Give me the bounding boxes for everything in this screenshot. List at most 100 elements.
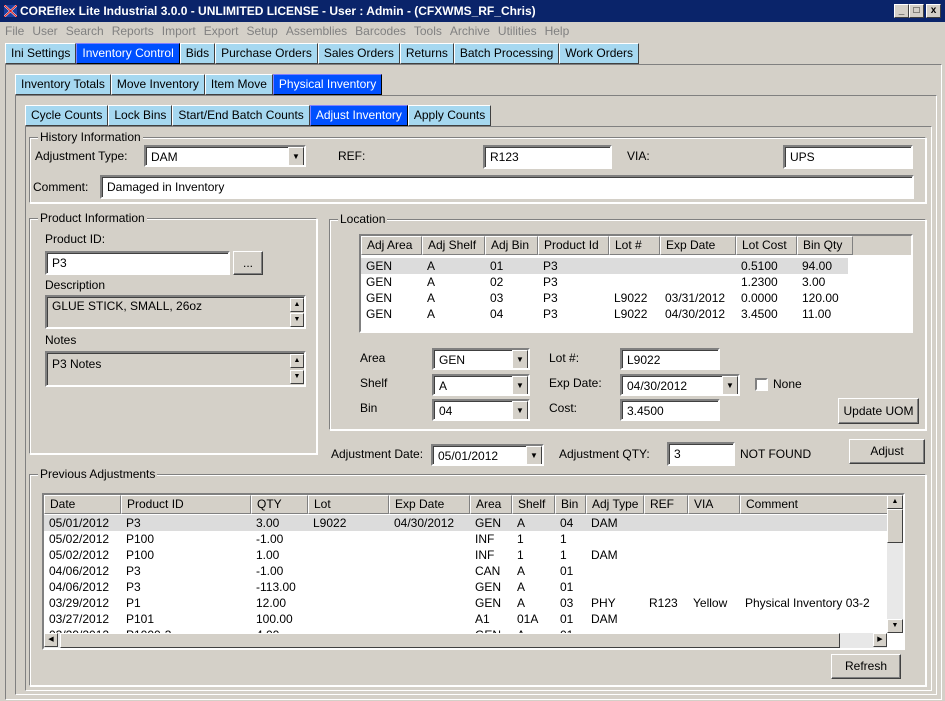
menu-file[interactable]: File <box>0 22 27 41</box>
scroll-down-icon[interactable]: ▼ <box>887 619 903 633</box>
table-row[interactable]: 05/02/2012 P100 1.00 INF 1 1 DAM <box>44 547 903 563</box>
column-header[interactable]: Area <box>470 495 512 514</box>
tab-returns[interactable]: Returns <box>399 43 454 64</box>
table-row[interactable]: 04/06/2012 P3 -113.00 GEN A 01 <box>44 579 903 595</box>
menu-barcodes[interactable]: Barcodes <box>350 22 409 41</box>
table-row[interactable]: 03/27/2012 P101 100.00 A1 01A 01 DAM <box>44 611 903 627</box>
scroll-thumb[interactable] <box>887 509 903 543</box>
location-grid[interactable]: Adj Area Adj Shelf Adj Bin Product Id Lo… <box>359 234 913 333</box>
tab-inventory-control[interactable]: Inventory Control <box>76 43 180 64</box>
column-header[interactable]: Adj Bin <box>485 236 538 255</box>
tab-purchase-orders[interactable]: Purchase Orders <box>215 43 318 64</box>
scroll-left-icon[interactable]: ◀ <box>44 633 58 647</box>
menu-reports[interactable]: Reports <box>107 22 157 41</box>
column-header[interactable]: Shelf <box>512 495 555 514</box>
menu-help[interactable]: Help <box>540 22 573 41</box>
bin-select[interactable]: 04 ▼ <box>432 399 530 421</box>
scroll-up-icon[interactable]: ▲ <box>290 298 304 312</box>
column-header[interactable]: Adj Type <box>586 495 644 514</box>
column-header[interactable]: QTY <box>251 495 308 514</box>
column-header[interactable]: Product ID <box>121 495 251 514</box>
previous-adjustments-grid[interactable]: Date Product ID QTY Lot Exp Date Area Sh… <box>42 493 905 650</box>
column-header[interactable]: VIA <box>688 495 740 514</box>
product-id-input[interactable]: P3 <box>45 251 230 275</box>
tab-apply-counts[interactable]: Apply Counts <box>407 105 492 126</box>
shelf-select[interactable]: A ▼ <box>432 374 530 396</box>
table-row[interactable]: 04/06/2012 P3 -1.00 CAN A 01 <box>44 563 903 579</box>
update-uom-button[interactable]: Update UOM <box>838 398 919 424</box>
horizontal-scrollbar[interactable]: ◀ ▶ <box>44 633 887 648</box>
column-header[interactable]: Exp Date <box>389 495 470 514</box>
column-header[interactable]: Date <box>44 495 121 514</box>
chevron-down-icon[interactable]: ▼ <box>288 147 304 165</box>
column-header[interactable]: Exp Date <box>660 236 736 255</box>
table-row[interactable]: GEN A 02 P3 1.2300 3.00 <box>361 274 911 290</box>
column-header[interactable]: Comment <box>740 495 889 514</box>
scroll-down-icon[interactable]: ▼ <box>290 313 304 327</box>
none-checkbox[interactable] <box>755 378 768 391</box>
scroll-up-icon[interactable]: ▲ <box>290 354 304 368</box>
column-header[interactable]: Adj Area <box>361 236 422 255</box>
column-header[interactable]: Product Id <box>538 236 609 255</box>
tab-cycle-counts[interactable]: Cycle Counts <box>25 105 109 126</box>
column-header[interactable]: Lot # <box>609 236 660 255</box>
column-header[interactable]: Bin Qty <box>797 236 853 255</box>
lot-input[interactable]: L9022 <box>620 348 720 370</box>
tab-batch-processing[interactable]: Batch Processing <box>453 43 560 64</box>
menu-tools[interactable]: Tools <box>409 22 445 41</box>
column-header[interactable]: Bin <box>555 495 586 514</box>
vertical-scrollbar[interactable]: ▲ ▼ <box>887 495 903 633</box>
table-row[interactable]: 05/02/2012 P100 -1.00 INF 1 1 <box>44 531 903 547</box>
menu-user[interactable]: User <box>27 22 60 41</box>
table-row[interactable]: GEN A 03 P3 L9022 03/31/2012 0.0000 120.00 <box>361 290 911 306</box>
tab-item-move[interactable]: Item Move <box>204 74 273 95</box>
column-header[interactable]: Adj Shelf <box>422 236 485 255</box>
table-row[interactable]: 05/01/2012 P3 3.00 L9022 04/30/2012 GEN A 04 DAM <box>44 515 903 531</box>
column-header[interactable]: Lot Cost <box>736 236 797 255</box>
comment-input[interactable]: Damaged in Inventory <box>100 175 914 199</box>
product-browse-button[interactable]: ... <box>233 251 263 275</box>
scroll-up-icon[interactable]: ▲ <box>887 495 903 509</box>
chevron-down-icon[interactable]: ▼ <box>512 401 528 419</box>
tab-physical-inventory[interactable]: Physical Inventory <box>272 74 383 95</box>
chevron-down-icon[interactable]: ▼ <box>526 446 542 464</box>
adjust-button[interactable]: Adjust <box>849 439 925 464</box>
tab-adjust-inventory[interactable]: Adjust Inventory <box>309 105 408 126</box>
menu-assemblies[interactable]: Assemblies <box>281 22 350 41</box>
tab-inventory-totals[interactable]: Inventory Totals <box>15 74 111 95</box>
minimize-button[interactable]: _ <box>894 4 909 18</box>
chevron-down-icon[interactable]: ▼ <box>512 376 528 394</box>
column-header[interactable]: Lot <box>308 495 389 514</box>
menu-import[interactable]: Import <box>157 22 199 41</box>
cost-input[interactable]: 3.4500 <box>620 399 720 421</box>
chevron-down-icon[interactable]: ▼ <box>512 350 528 368</box>
tab-lock-bins[interactable]: Lock Bins <box>108 105 173 126</box>
scroll-right-icon[interactable]: ▶ <box>873 633 887 647</box>
tab-ini-settings[interactable]: Ini Settings <box>5 43 77 64</box>
menu-archive[interactable]: Archive <box>445 22 493 41</box>
table-row[interactable]: GEN A 04 P3 L9022 04/30/2012 3.4500 11.00 <box>361 306 911 322</box>
table-row[interactable]: 03/29/2012 P1 12.00 GEN A 03 PHY R123 Yellow Phys… <box>44 595 903 611</box>
via-input[interactable]: UPS <box>783 145 913 169</box>
adjustment-date-select[interactable]: 05/01/2012 ▼ <box>431 444 544 466</box>
scroll-thumb[interactable] <box>60 633 840 648</box>
menu-export[interactable]: Export <box>199 22 242 41</box>
tab-bids[interactable]: Bids <box>179 43 216 64</box>
refresh-button[interactable]: Refresh <box>831 654 901 679</box>
close-button[interactable]: x <box>926 4 941 18</box>
menu-utilities[interactable]: Utilities <box>493 22 540 41</box>
area-select[interactable]: GEN ▼ <box>432 348 530 370</box>
chevron-down-icon[interactable]: ▼ <box>722 376 738 394</box>
tab-start-end-batch-counts[interactable]: Start/End Batch Counts <box>172 105 310 126</box>
adjustment-type-select[interactable]: DAM ▼ <box>144 145 306 167</box>
menu-search[interactable]: Search <box>61 22 107 41</box>
ref-input[interactable]: R123 <box>483 145 612 169</box>
table-row[interactable]: GEN A 01 P3 0.5100 94.00 <box>361 258 848 274</box>
tab-work-orders[interactable]: Work Orders <box>559 43 640 64</box>
tab-sales-orders[interactable]: Sales Orders <box>317 43 400 64</box>
scroll-down-icon[interactable]: ▼ <box>290 370 304 384</box>
column-header[interactable]: REF <box>644 495 688 514</box>
tab-move-inventory[interactable]: Move Inventory <box>110 74 205 95</box>
menu-setup[interactable]: Setup <box>241 22 280 41</box>
exp-date-select[interactable]: 04/30/2012 ▼ <box>620 374 740 396</box>
